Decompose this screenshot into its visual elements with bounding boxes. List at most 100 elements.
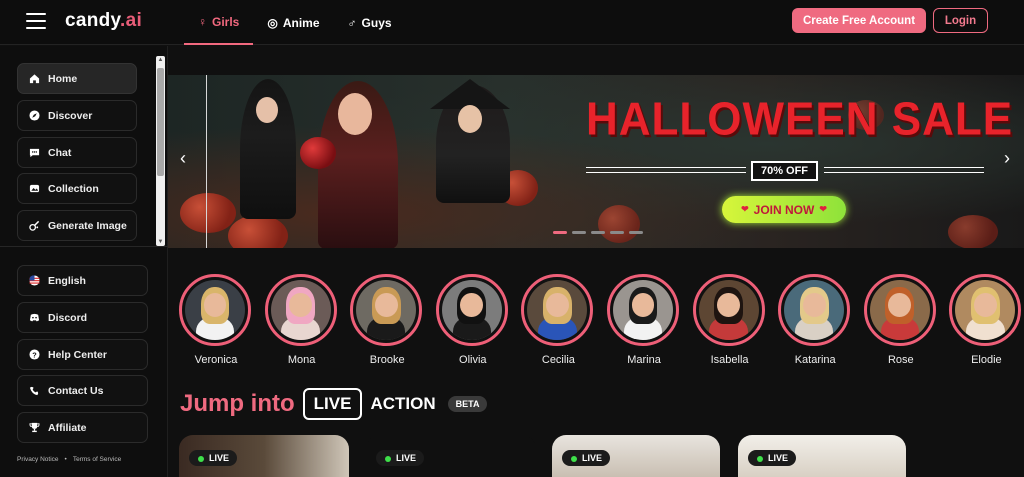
sidebar-item-affiliate[interactable]: Affiliate <box>17 412 148 443</box>
character-card[interactable]: Isabella <box>692 274 767 366</box>
banner-rule <box>824 172 984 173</box>
sidebar: Home Discover Chat Collection Generate I… <box>0 46 168 477</box>
footer-separator: • <box>64 456 67 463</box>
live-section-title: Jump into <box>180 390 295 417</box>
carousel-dot[interactable] <box>553 231 567 234</box>
create-account-button[interactable]: Create Free Account <box>792 8 926 33</box>
avatar[interactable] <box>264 274 337 346</box>
sidebar-item-home[interactable]: Home <box>17 63 137 94</box>
banner-rule <box>824 167 984 168</box>
compass-icon <box>28 110 40 122</box>
live-section-header: Jump into LIVE ACTION BETA <box>180 388 488 420</box>
join-now-button[interactable]: ❤ JOIN NOW ❤ <box>722 196 846 223</box>
sidebar-item-generate-image[interactable]: Generate Image <box>17 210 137 241</box>
carousel-dot[interactable] <box>572 231 586 234</box>
character-card[interactable]: Mona <box>264 274 339 366</box>
tab-anime[interactable]: ◎ Anime <box>253 0 333 45</box>
menu-icon[interactable] <box>26 13 46 29</box>
sidebar-item-collection[interactable]: Collection <box>17 173 137 204</box>
privacy-link[interactable]: Privacy Notice <box>17 456 59 463</box>
promo-banner[interactable]: HALLOWEEN SALE 70% OFF ❤ JOIN NOW ❤ ‹ › <box>168 75 1024 248</box>
scroll-up-arrow-icon[interactable]: ▲ <box>157 57 164 63</box>
live-tag: LIVE <box>376 450 425 466</box>
svg-text:?: ? <box>32 350 37 359</box>
scroll-down-arrow-icon[interactable]: ▼ <box>157 239 164 245</box>
pumpkin-decoration <box>228 215 288 248</box>
banner-rule <box>586 172 746 173</box>
female-icon: ♀ <box>198 14 207 29</box>
top-bar: candy.ai ♀ Girls ◎ Anime ♂ Guys Create F… <box>0 0 1024 45</box>
sidebar-divider <box>0 246 168 247</box>
character-card[interactable]: Marina <box>607 274 681 366</box>
help-icon: ? <box>28 349 40 361</box>
sidebar-item-help-center[interactable]: ? Help Center <box>17 339 148 370</box>
banner-figure <box>256 97 278 123</box>
login-button[interactable]: Login <box>933 8 988 33</box>
tab-guys[interactable]: ♂ Guys <box>334 0 406 45</box>
character-name: Mona <box>287 354 316 366</box>
banner-prev-icon[interactable]: ‹ <box>180 148 186 169</box>
avatar[interactable] <box>863 274 936 346</box>
sidebar-item-discover[interactable]: Discover <box>17 100 137 131</box>
carousel-dots <box>553 231 643 234</box>
character-card[interactable]: Elodie <box>949 274 1023 366</box>
live-card[interactable]: LIVE <box>366 435 536 477</box>
character-card[interactable]: Veronica <box>179 274 253 366</box>
carousel-dot[interactable] <box>629 231 643 234</box>
avatar[interactable] <box>949 274 1022 346</box>
banner-figure <box>338 93 372 135</box>
live-card[interactable]: LIVE <box>179 435 349 477</box>
carousel-dot[interactable] <box>591 231 605 234</box>
avatar[interactable] <box>179 274 251 346</box>
sidebar-item-language[interactable]: English <box>17 265 148 296</box>
footer-links: Privacy Notice • Terms of Service <box>17 456 121 463</box>
banner-divider <box>206 75 207 248</box>
character-name: Marina <box>627 354 661 366</box>
sidebar-item-chat[interactable]: Chat <box>17 137 137 168</box>
banner-rule <box>586 167 746 168</box>
apple-decoration <box>300 137 336 169</box>
category-tabs: ♀ Girls ◎ Anime ♂ Guys <box>184 0 406 45</box>
carousel-dot[interactable] <box>610 231 624 234</box>
heart-icon: ❤ <box>741 204 749 214</box>
character-name: Olivia <box>459 354 487 366</box>
male-icon: ♂ <box>347 15 357 30</box>
avatar[interactable] <box>692 274 765 346</box>
character-name: Isabella <box>710 354 749 366</box>
terms-link[interactable]: Terms of Service <box>73 456 121 463</box>
action-label: ACTION <box>370 394 436 413</box>
contact-icon <box>28 385 40 397</box>
character-name: Rose <box>887 354 914 366</box>
live-card[interactable]: LIVE <box>738 435 906 477</box>
banner-figure <box>458 105 482 133</box>
sidebar-item-discord[interactable]: Discord <box>17 302 148 333</box>
discord-icon <box>28 312 40 324</box>
avatar[interactable] <box>778 274 851 346</box>
tab-girls[interactable]: ♀ Girls <box>184 0 254 45</box>
live-tag: LIVE <box>189 450 238 466</box>
collection-icon <box>28 183 40 195</box>
character-card[interactable]: Katarina <box>778 274 852 366</box>
avatar[interactable] <box>350 274 423 346</box>
character-list: Veronica Mona Brooke Olivia Cecilia Marina Isa… <box>179 274 1024 374</box>
character-card[interactable]: Rose <box>863 274 938 366</box>
character-card[interactable]: Brooke <box>350 274 424 366</box>
live-card[interactable]: LIVE <box>552 435 720 477</box>
sidebar-item-contact-us[interactable]: Contact Us <box>17 375 148 406</box>
avatar[interactable] <box>607 274 679 346</box>
banner-next-icon[interactable]: › <box>1004 148 1010 169</box>
anime-icon: ◎ <box>267 15 278 30</box>
pumpkin-decoration <box>948 215 998 248</box>
pumpkin-decoration <box>180 193 236 233</box>
avatar[interactable] <box>435 274 508 346</box>
heart-icon: ❤ <box>819 204 827 214</box>
avatar[interactable] <box>521 274 594 346</box>
character-card[interactable]: Olivia <box>435 274 510 366</box>
chat-icon <box>28 147 40 159</box>
scrollbar-thumb[interactable] <box>157 68 164 176</box>
character-card[interactable]: Cecilia <box>521 274 595 366</box>
sidebar-scrollbar[interactable]: ▲ ▼ <box>156 56 165 246</box>
logo[interactable]: candy.ai <box>65 10 142 32</box>
live-tag: LIVE <box>562 450 611 466</box>
live-label: LIVE <box>302 388 363 420</box>
